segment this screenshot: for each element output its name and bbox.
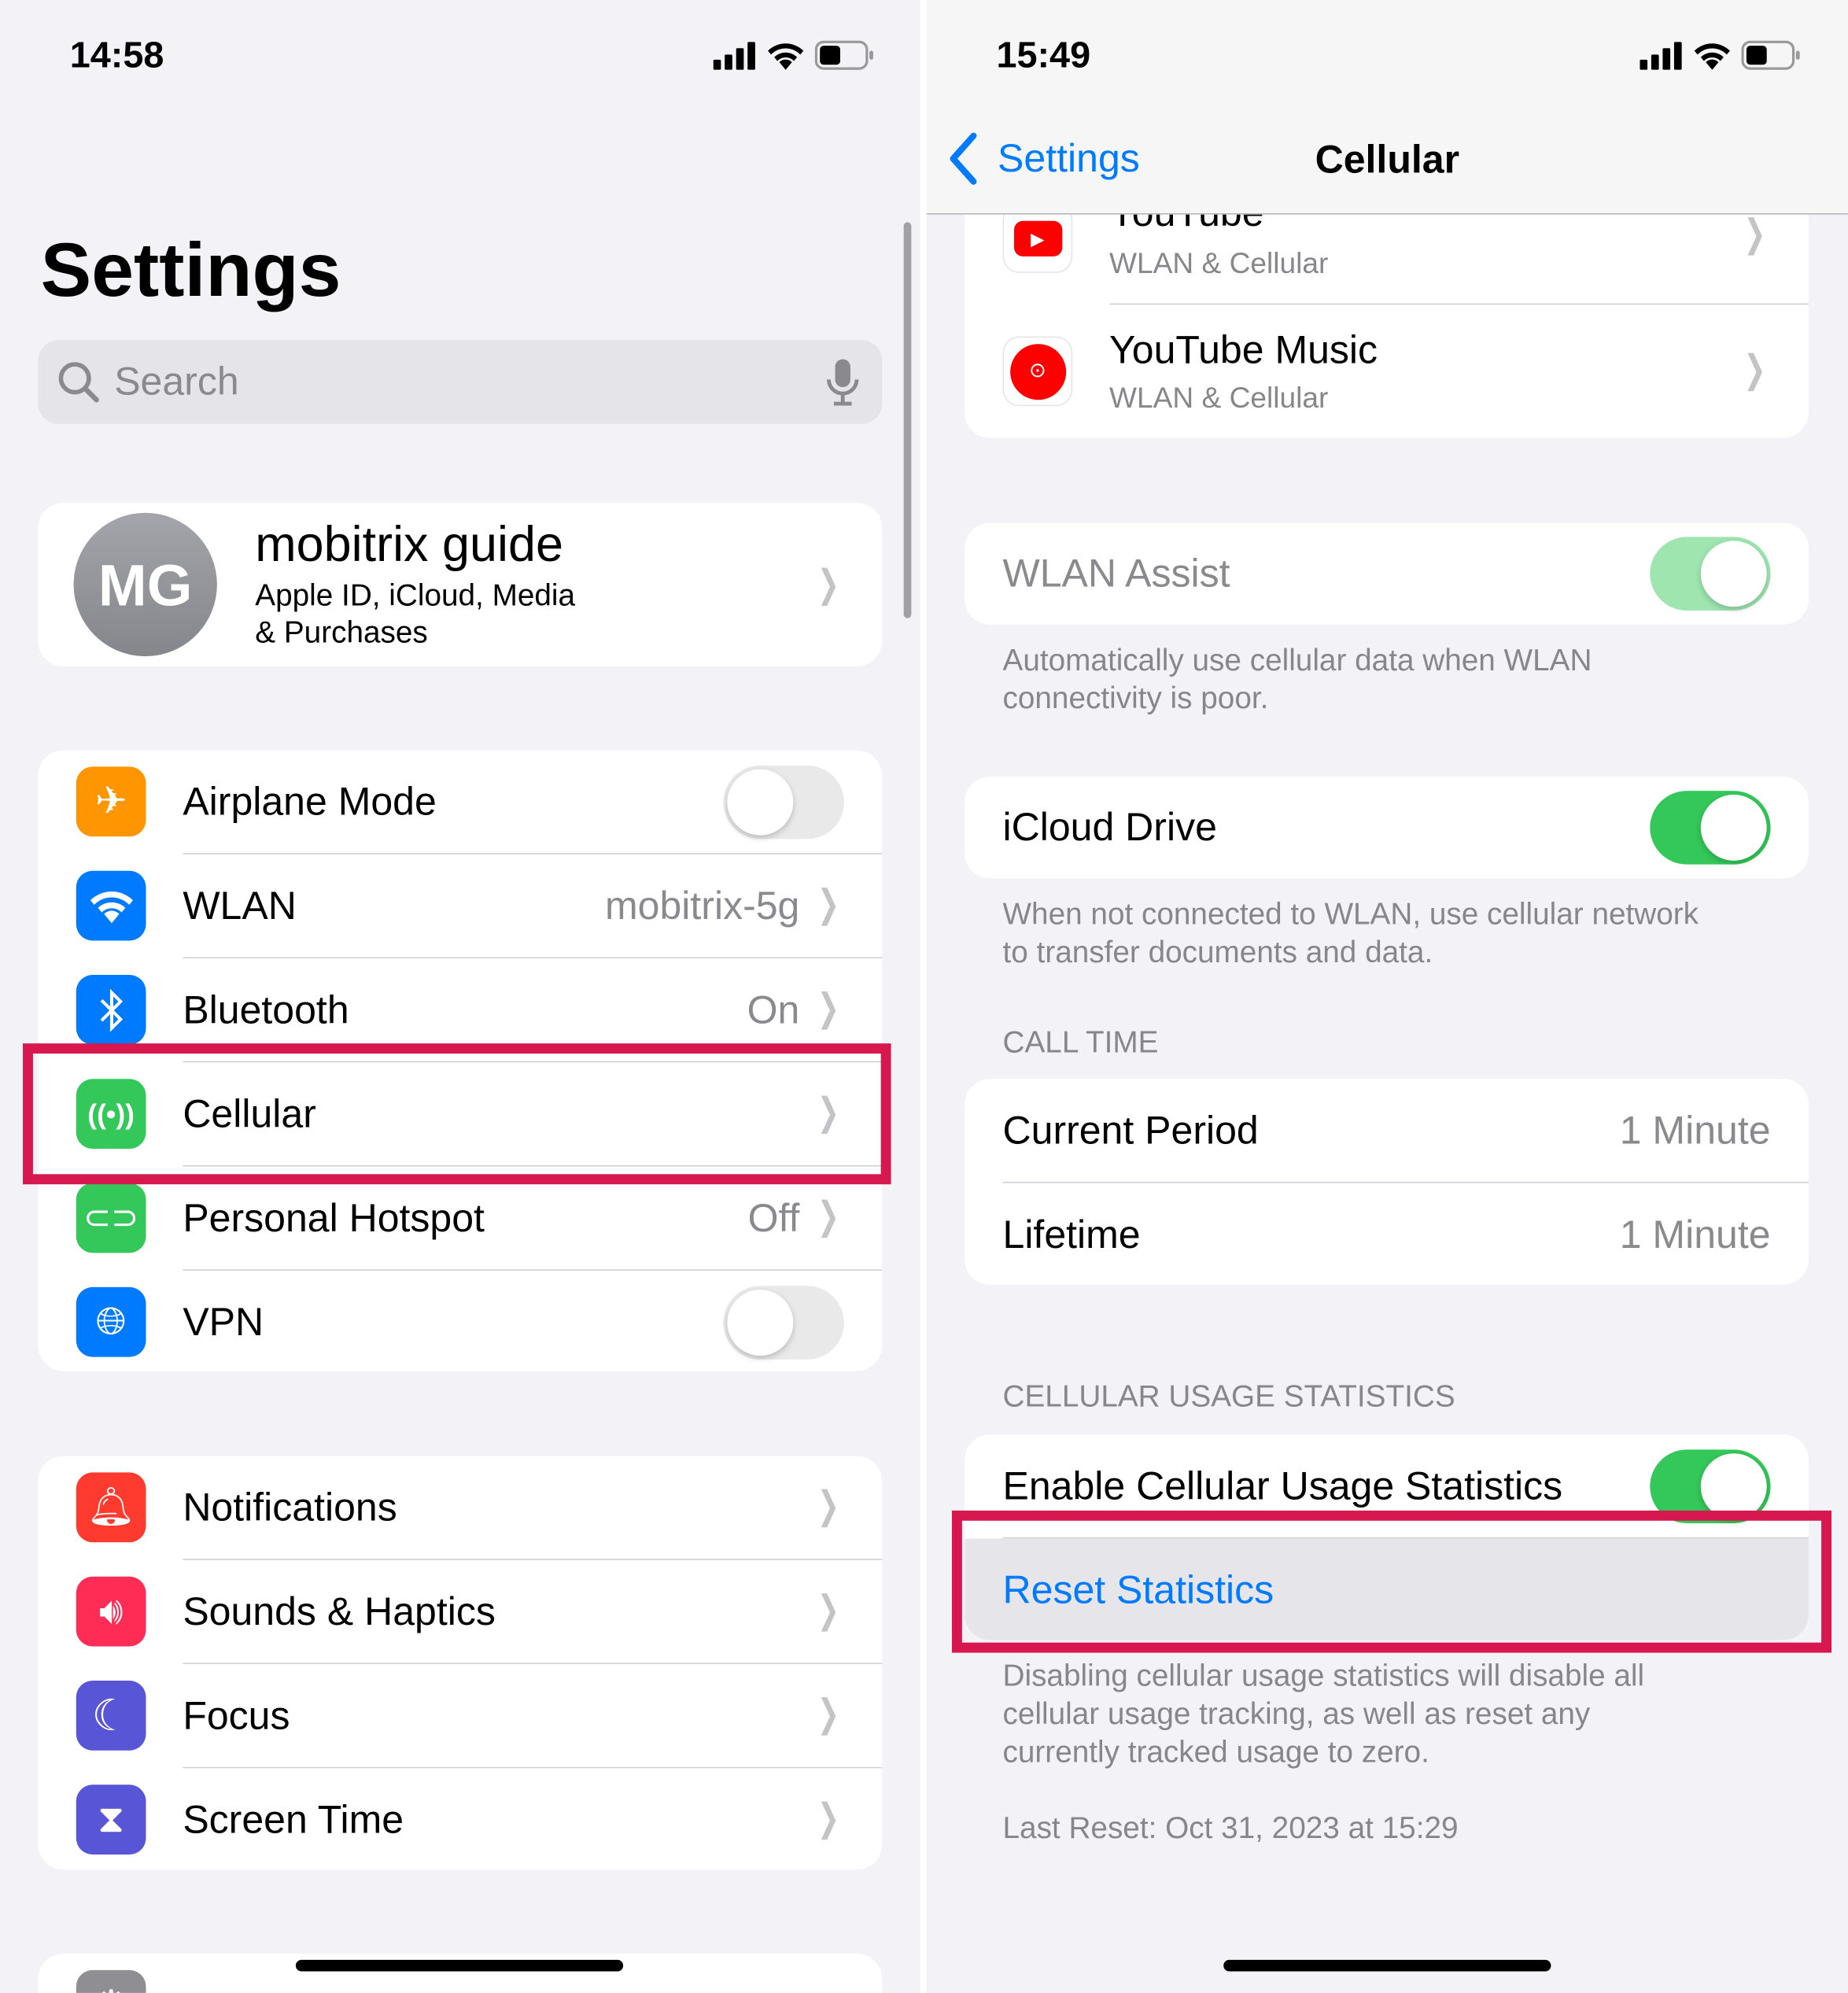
- row-label: WLAN Assist: [1002, 551, 1230, 596]
- row-label: Airplane Mode: [183, 779, 437, 825]
- status-time: 15:49: [996, 35, 1091, 76]
- profile-subtitle-2: & Purchases: [255, 615, 428, 651]
- divider: [920, 0, 927, 1993]
- row-label: iCloud Drive: [1002, 804, 1217, 850]
- row-icloud-drive: iCloud Drive: [965, 777, 1809, 879]
- wifi-icon: [76, 870, 146, 941]
- scrollbar[interactable]: [903, 222, 912, 618]
- last-reset: Last Reset: Oct 31, 2023 at 15:29: [1002, 1811, 1459, 1846]
- chevron-right-icon: ❯: [817, 1589, 839, 1632]
- profile-name: mobitrix guide: [255, 518, 563, 573]
- bell-icon: 🔔︎: [76, 1472, 146, 1543]
- usage-stats-header: CELLULAR USAGE STATISTICS: [1002, 1379, 1455, 1415]
- highlight-cellular: [23, 1043, 891, 1185]
- settings-screen: 14:58 Settings Search MG mobitrix guide …: [0, 0, 920, 1993]
- row-notifications[interactable]: 🔔︎ Notifications ❯: [38, 1456, 883, 1560]
- home-indicator: [295, 1959, 624, 1972]
- wlan-assist-toggle: [1650, 537, 1771, 611]
- home-indicator: [1223, 1959, 1551, 1972]
- row-label: Notifications: [183, 1485, 397, 1530]
- page-title: Settings: [40, 227, 341, 312]
- bluetooth-icon: [76, 975, 146, 1045]
- chevron-right-icon: ❯: [817, 1485, 839, 1527]
- status-icons: [1640, 40, 1802, 72]
- row-screen-time[interactable]: ⧗ Screen Time ❯: [38, 1768, 882, 1869]
- row-label: Lifetime: [1002, 1212, 1141, 1257]
- row-label: WLAN: [183, 883, 297, 928]
- row-current-period: Current Period 1 Minute: [965, 1079, 1809, 1183]
- search-placeholder: Search: [114, 359, 239, 404]
- microphone-icon[interactable]: [826, 358, 859, 406]
- signal-icon: [713, 42, 755, 70]
- chevron-right-icon: ❯: [1743, 349, 1766, 391]
- row-label: VPN: [183, 1300, 264, 1345]
- airplane-mode-toggle[interactable]: [723, 765, 844, 840]
- search-icon: [58, 362, 99, 403]
- row-wlan-assist: WLAN Assist: [965, 522, 1809, 625]
- row-youtube-music[interactable]: ⊙ YouTube Music WLAN & Cellular ❯: [965, 304, 1809, 437]
- app-name: YouTube Music: [1109, 327, 1378, 372]
- call-time-group: Current Period 1 Minute Lifetime 1 Minut…: [965, 1079, 1809, 1285]
- chevron-right-icon: ❯: [817, 563, 839, 606]
- vpn-toggle[interactable]: [723, 1286, 844, 1360]
- youtube-music-icon: ⊙: [1002, 336, 1073, 407]
- speaker-icon: 🔊︎: [76, 1576, 146, 1647]
- row-value: 1 Minute: [1619, 1212, 1771, 1257]
- row-value: mobitrix-5g: [605, 883, 800, 928]
- airplane-icon: ✈: [76, 766, 146, 837]
- status-icons: [713, 40, 876, 72]
- avatar: MG: [73, 512, 217, 657]
- row-label: Sounds & Haptics: [183, 1589, 496, 1634]
- chevron-right-icon: ❯: [817, 883, 839, 926]
- moon-icon: ☾: [76, 1681, 146, 1751]
- row-label: Focus: [183, 1693, 290, 1738]
- app-subtitle: WLAN & Cellular: [1109, 245, 1329, 279]
- wifi-icon: [768, 43, 804, 70]
- icloud-drive-toggle[interactable]: [1650, 791, 1771, 865]
- nav-title: Cellular: [1315, 137, 1460, 182]
- wifi-icon: [1694, 43, 1730, 70]
- hourglass-icon: ⧗: [76, 1784, 146, 1855]
- signal-icon: [1640, 42, 1682, 70]
- search-input[interactable]: Search: [38, 340, 883, 424]
- cellular-screen: ▶ YouTube WLAN & Cellular ❯ ⊙ YouTube Mu…: [926, 0, 1848, 1993]
- hotspot-icon: ⊂⊃: [76, 1183, 146, 1253]
- chevron-right-icon: ❯: [817, 1693, 839, 1736]
- icloud-drive-footer: When not connected to WLAN, use cellular…: [1002, 897, 1699, 970]
- row-label: Screen Time: [183, 1797, 404, 1842]
- app-subtitle: WLAN & Cellular: [1109, 380, 1329, 414]
- row-lifetime: Lifetime 1 Minute: [965, 1183, 1809, 1285]
- row-sounds-haptics[interactable]: 🔊︎ Sounds & Haptics ❯: [38, 1560, 883, 1665]
- battery-icon: [1741, 40, 1800, 70]
- row-airplane-mode[interactable]: ✈ Airplane Mode: [38, 750, 883, 854]
- row-label: Current Period: [1002, 1108, 1259, 1153]
- nav-bar: 15:49 Settings Cellular: [926, 0, 1848, 215]
- battery-icon: [814, 40, 873, 70]
- row-focus[interactable]: ☾ Focus ❯: [38, 1664, 883, 1769]
- status-time: 14:58: [69, 35, 164, 76]
- highlight-reset-statistics: [951, 1510, 1831, 1653]
- profile-subtitle-1: Apple ID, iCloud, Media: [255, 578, 576, 614]
- apple-id-profile[interactable]: MG mobitrix guide Apple ID, iCloud, Medi…: [38, 502, 883, 666]
- row-value: 1 Minute: [1619, 1108, 1771, 1153]
- row-wlan[interactable]: WLAN mobitrix-5g ❯: [38, 854, 883, 959]
- globe-icon: 🌐︎: [76, 1286, 146, 1357]
- wlan-assist-footer: Automatically use cellular data when WLA…: [1002, 643, 1592, 716]
- row-vpn[interactable]: 🌐︎ VPN: [38, 1271, 882, 1371]
- general-group: 🔔︎ Notifications ❯ 🔊︎ Sounds & Haptics ❯…: [38, 1456, 883, 1870]
- chevron-right-icon: ❯: [817, 1797, 839, 1840]
- usage-stats-footer: Disabling cellular usage statistics will…: [1002, 1659, 1645, 1770]
- call-time-header: CALL TIME: [1002, 1025, 1159, 1061]
- gear-icon: ⚙: [76, 1969, 146, 1993]
